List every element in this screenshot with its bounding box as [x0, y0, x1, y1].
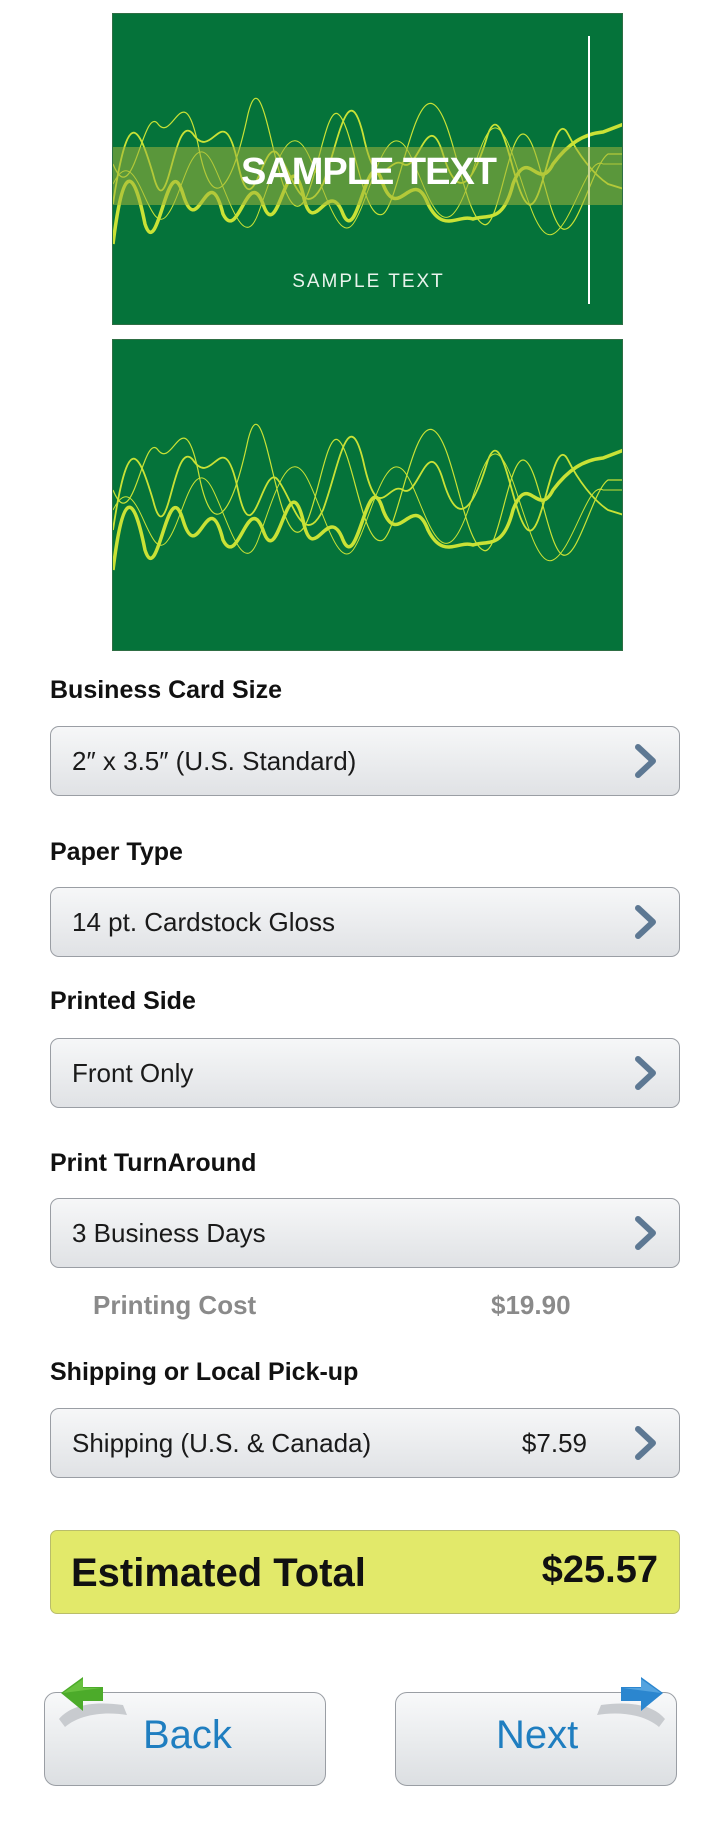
shipping-label: Shipping or Local Pick-up — [50, 1358, 359, 1386]
shipping-select[interactable]: Shipping (U.S. & Canada) $7.59 — [50, 1408, 680, 1478]
chevron-right-icon — [635, 1056, 656, 1090]
order-page: SAMPLE TEXT SAMPLE TEXT Business Card Si… — [0, 0, 726, 1827]
chevron-right-icon — [635, 905, 656, 939]
paper-type-value: 14 pt. Cardstock Gloss — [72, 907, 335, 937]
chevron-right-icon — [635, 744, 656, 778]
turnaround-value: 3 Business Days — [72, 1218, 266, 1248]
card-title-text: SAMPLE TEXT — [240, 151, 497, 193]
printing-cost-label: Printing Cost — [93, 1290, 257, 1320]
chevron-right-icon — [635, 1426, 656, 1460]
chevron-right-icon — [635, 1216, 656, 1250]
printed-side-value: Front Only — [72, 1058, 194, 1088]
turnaround-select[interactable]: 3 Business Days — [50, 1198, 680, 1268]
card-size-select[interactable]: 2″ x 3.5″ (U.S. Standard) — [50, 726, 680, 796]
printed-side-label: Printed Side — [50, 987, 196, 1015]
back-button[interactable]: Back — [44, 1677, 326, 1786]
card-size-value: 2″ x 3.5″ (U.S. Standard) — [72, 746, 357, 776]
back-button-label: Back — [143, 1713, 232, 1757]
shipping-value: Shipping (U.S. & Canada) — [72, 1428, 372, 1458]
estimated-total-box: Estimated Total $25.57 — [50, 1530, 680, 1614]
printed-side-select[interactable]: Front Only — [50, 1038, 680, 1108]
paper-type-select[interactable]: 14 pt. Cardstock Gloss — [50, 887, 680, 957]
next-button-label: Next — [496, 1713, 579, 1757]
card-front-preview: SAMPLE TEXT SAMPLE TEXT — [112, 13, 623, 325]
card-subtitle-text: SAMPLE TEXT — [292, 271, 445, 292]
shipping-price: $7.59 — [521, 1428, 587, 1458]
printing-cost-row: Printing Cost $19.90 — [0, 1290, 726, 1330]
next-button[interactable]: Next — [395, 1677, 677, 1786]
paper-type-label: Paper Type — [50, 838, 183, 866]
wave-pattern — [113, 423, 622, 571]
turnaround-label: Print TurnAround — [50, 1149, 257, 1177]
estimated-total-label: Estimated Total — [71, 1551, 366, 1595]
printing-cost-value: $19.90 — [491, 1290, 571, 1320]
estimated-total-value: $25.57 — [541, 1549, 658, 1591]
card-size-label: Business Card Size — [50, 676, 283, 704]
blue-right-arrow-icon — [597, 1677, 665, 1727]
card-back-preview — [112, 339, 623, 651]
green-left-arrow-icon — [59, 1677, 127, 1727]
